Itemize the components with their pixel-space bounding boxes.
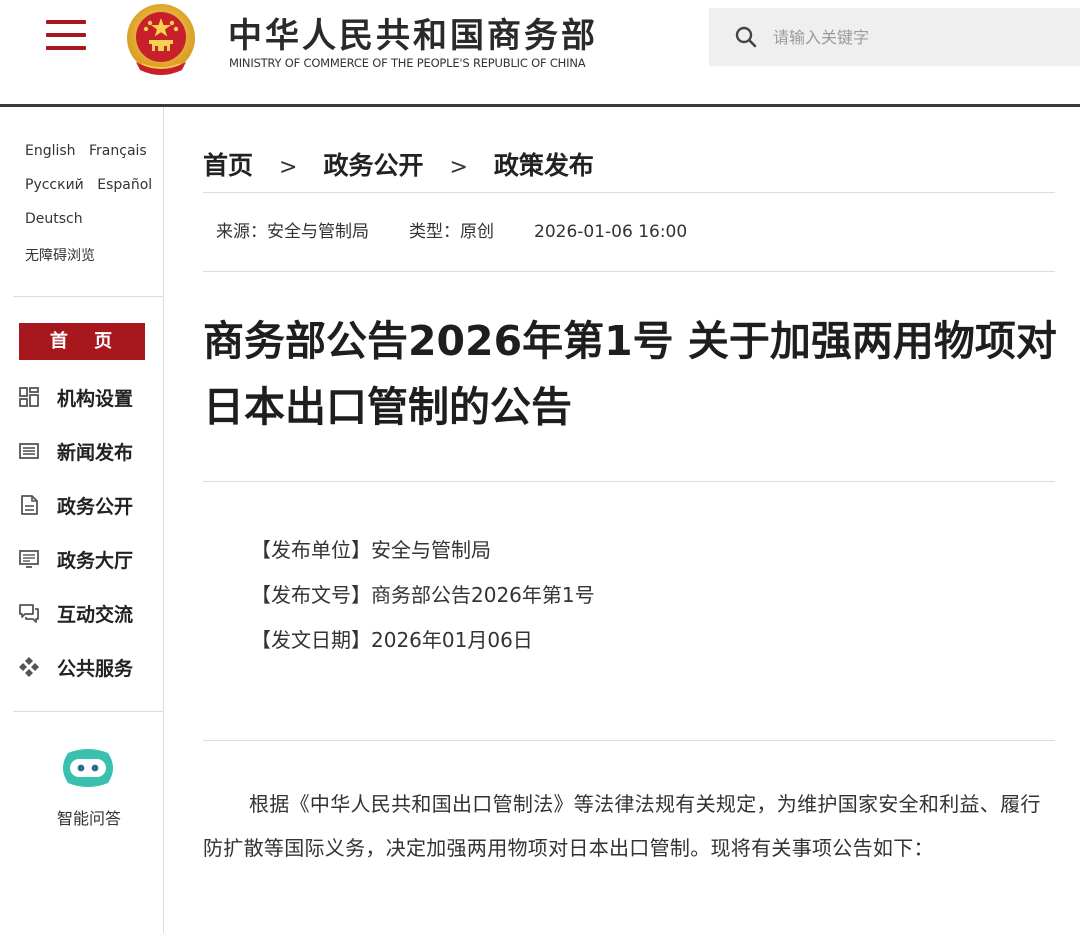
sidebar-item-label: 机构设置 — [57, 388, 134, 410]
language-row: 无障碍浏览 — [25, 245, 104, 265]
breadcrumb-policy-link[interactable]: 政策发布 — [494, 151, 594, 180]
language-row: English Français — [25, 143, 156, 159]
menu-icon[interactable] — [46, 20, 86, 52]
divider — [203, 192, 1055, 193]
article-meta: 来源：安全与管制局 类型：原创 2026-01-06 16:00 — [216, 217, 727, 242]
smart-qa-label: 智能问答 — [56, 809, 121, 828]
service-icon — [19, 657, 39, 677]
doc-number-line: 【发布文号】商务部公告2026年第1号 — [251, 583, 595, 607]
language-row: Русский Español — [25, 177, 161, 193]
article-title: 商务部公告2026年第1号 关于加强两用物项对日本出口管制的公告 — [203, 317, 1057, 431]
lang-spanish-link[interactable]: Español — [97, 177, 152, 193]
article-datetime: 2026-01-06 16:00 — [534, 222, 688, 242]
site-header: 中华人民共和国商务部 MINISTRY OF COMMERCE OF THE P… — [0, 0, 1080, 106]
breadcrumb-home-link[interactable]: 首页 — [203, 151, 253, 180]
search-box[interactable] — [709, 8, 1080, 66]
breadcrumb-disclosure-link[interactable]: 政务公开 — [323, 151, 423, 180]
sidebar-item-interaction[interactable]: 互动交流 — [18, 598, 158, 628]
lang-french-link[interactable]: Français — [89, 143, 147, 159]
issuer-line: 【发布单位】安全与管制局 — [251, 538, 491, 562]
site-title: 中华人民共和国商务部 — [228, 16, 598, 56]
site-subtitle: MINISTRY OF COMMERCE OF THE PEOPLE'S REP… — [229, 56, 586, 70]
sidebar-divider — [13, 711, 163, 712]
newspaper-icon — [19, 443, 39, 459]
article-type: 类型：原创 — [409, 222, 494, 242]
search-icon[interactable] — [735, 26, 757, 48]
sidebar-divider — [13, 296, 163, 297]
issue-date-line: 【发文日期】2026年01月06日 — [251, 628, 533, 652]
lang-german-link[interactable]: Deutsch — [25, 211, 83, 227]
article-source: 来源：安全与管制局 — [216, 222, 369, 242]
article-info: 【发布单位】安全与管制局 【发布文号】商务部公告2026年第1号 【发文日期】2… — [251, 528, 595, 663]
divider — [203, 271, 1055, 272]
lang-english-link[interactable]: English — [25, 143, 76, 159]
grid-icon — [19, 387, 39, 407]
breadcrumb-separator: > — [449, 155, 468, 180]
sidebar-item-label: 政务公开 — [57, 496, 134, 518]
sidebar-item-label: 新闻发布 — [57, 442, 134, 464]
divider — [203, 740, 1055, 741]
robot-icon — [63, 749, 113, 787]
article-body: 根据《中华人民共和国出口管制法》等法律法规有关规定，为维护国家安全和利益、履行防… — [203, 792, 1041, 860]
divider — [203, 481, 1055, 482]
national-emblem-logo[interactable] — [122, 2, 200, 78]
sidebar-item-news[interactable]: 新闻发布 — [18, 436, 158, 466]
sidebar-item-organization[interactable]: 机构设置 — [18, 382, 158, 412]
sidebar-item-label: 公共服务 — [57, 658, 134, 680]
language-row: Deutsch — [25, 211, 92, 227]
sidebar-item-public-service[interactable]: 公共服务 — [18, 652, 158, 682]
chat-icon — [19, 604, 39, 623]
sidebar-item-label: 政务大厅 — [57, 550, 134, 572]
home-button[interactable]: 首 页 — [19, 323, 145, 360]
search-input[interactable] — [773, 22, 1063, 52]
sidebar-item-disclosure[interactable]: 政务公开 — [18, 490, 158, 520]
breadcrumb: 首页 > 政务公开 > 政策发布 — [203, 146, 594, 182]
breadcrumb-separator: > — [279, 155, 298, 180]
sidebar-item-label: 互动交流 — [57, 604, 134, 626]
accessibility-link[interactable]: 无障碍浏览 — [25, 248, 95, 264]
lang-russian-link[interactable]: Русский — [25, 177, 84, 193]
sidebar-item-service-hall[interactable]: 政务大厅 — [18, 544, 158, 574]
monitor-icon — [19, 550, 39, 568]
sidebar: English Français Русский Español Deutsch… — [0, 107, 164, 933]
smart-qa-button[interactable]: 智能问答 — [30, 747, 150, 828]
document-icon — [21, 495, 38, 515]
